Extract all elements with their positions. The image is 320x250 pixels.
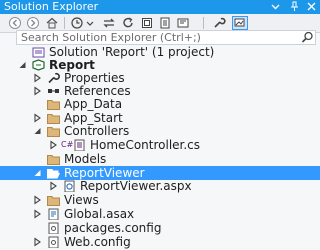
tree-item-label: Controllers [64, 124, 130, 138]
tree-row[interactable]: Properties [0, 71, 320, 85]
toolbar-separator [203, 17, 204, 29]
tree-row[interactable]: Models [0, 152, 320, 166]
tree-row[interactable]: Controllers [0, 124, 320, 138]
tree-row[interactable]: Report [0, 58, 320, 72]
tree-row[interactable]: Web.config [0, 235, 320, 249]
tree-item-label: Global.asax [64, 207, 135, 221]
refresh-icon[interactable] [121, 16, 135, 30]
tree-item-label: packages.config [64, 221, 162, 235]
tree-row[interactable]: ReportViewer [0, 166, 320, 180]
wrench-icon [48, 72, 60, 84]
folder-icon [47, 127, 60, 137]
folder-open-icon [47, 169, 60, 179]
show-all-files-icon[interactable] [158, 16, 172, 30]
tree-item-label: Report [49, 58, 95, 72]
csharp-file-icon [74, 139, 85, 151]
folder-icon [47, 196, 60, 206]
config-file-icon [48, 222, 59, 234]
config-file-icon [48, 236, 59, 248]
search-input[interactable]: Search Solution Explorer (Ctrl+;) [21, 31, 201, 44]
home-icon[interactable] [45, 16, 59, 30]
collapsed-arrow-icon[interactable] [49, 140, 58, 150]
tree-item-label: Views [64, 193, 99, 207]
collapsed-arrow-icon[interactable] [33, 113, 42, 123]
tree-item-label: App_Data [64, 97, 123, 111]
folder-icon [47, 155, 60, 165]
folder-icon [47, 100, 60, 110]
search-box[interactable]: Search Solution Explorer (Ctrl+;) [16, 30, 316, 45]
tree-row[interactable]: Views [0, 193, 320, 207]
collapsed-arrow-icon[interactable] [33, 209, 42, 219]
tree-item-label: Properties [64, 71, 125, 85]
tree-row[interactable]: Solution 'Report' (1 project) [0, 45, 320, 59]
title-bar: Solution Explorer [0, 0, 320, 14]
toolbar-separator [64, 17, 65, 29]
tree-row[interactable]: References [0, 84, 320, 98]
expanded-arrow-icon[interactable] [33, 126, 42, 136]
tree-item-label: Models [64, 152, 107, 166]
tree-row[interactable]: App_Data [0, 97, 320, 111]
collapsed-arrow-icon[interactable] [33, 237, 42, 247]
history-dropdown-icon[interactable] [86, 16, 94, 30]
dropdown-arrow-icon[interactable] [270, 1, 281, 12]
collapsed-arrow-icon[interactable] [33, 73, 42, 83]
references-icon [48, 89, 59, 93]
tree-item-label: ReportViewer.aspx [80, 179, 192, 193]
tree-row[interactable]: packages.config [0, 221, 320, 235]
solution-icon [32, 47, 45, 58]
collapse-all-icon[interactable] [140, 16, 154, 30]
close-icon[interactable] [306, 1, 317, 12]
folder-icon [47, 114, 60, 124]
tree-row[interactable]: App_Start [0, 111, 320, 125]
asax-file-icon [48, 208, 59, 220]
view-code-icon[interactable] [176, 16, 190, 30]
search-icon[interactable] [301, 31, 314, 44]
tree-row[interactable]: C# HomeController.cs [0, 138, 320, 152]
tree-row[interactable]: ReportViewer.aspx [0, 179, 320, 193]
aspx-file-icon [64, 180, 75, 192]
csharp-project-icon [32, 59, 45, 71]
expanded-arrow-icon[interactable] [33, 168, 42, 178]
collapsed-arrow-icon[interactable] [33, 195, 42, 205]
sync-icon[interactable] [102, 16, 116, 30]
pin-icon[interactable] [289, 1, 300, 12]
tree-item-label: App_Start [64, 111, 123, 125]
csharp-prefix-label: C# [61, 140, 74, 149]
collapsed-arrow-icon[interactable] [33, 86, 42, 96]
tree-item-label: Solution 'Report' (1 project) [49, 45, 215, 59]
history-icon[interactable] [70, 16, 84, 30]
forward-icon[interactable] [26, 16, 40, 30]
back-icon[interactable] [8, 16, 22, 30]
collapsed-arrow-icon[interactable] [49, 181, 58, 191]
properties-wrench-icon[interactable] [212, 16, 226, 30]
tree-item-label: HomeController.cs [90, 138, 201, 152]
window-title: Solution Explorer [4, 0, 99, 13]
expanded-arrow-icon[interactable] [18, 60, 27, 70]
tree-item-label: References [64, 84, 131, 98]
tree-item-label: ReportViewer [64, 166, 145, 180]
tree-row[interactable]: Global.asax [0, 207, 320, 221]
preview-selected-items-icon[interactable] [232, 16, 248, 30]
tree-item-label: Web.config [64, 235, 131, 249]
